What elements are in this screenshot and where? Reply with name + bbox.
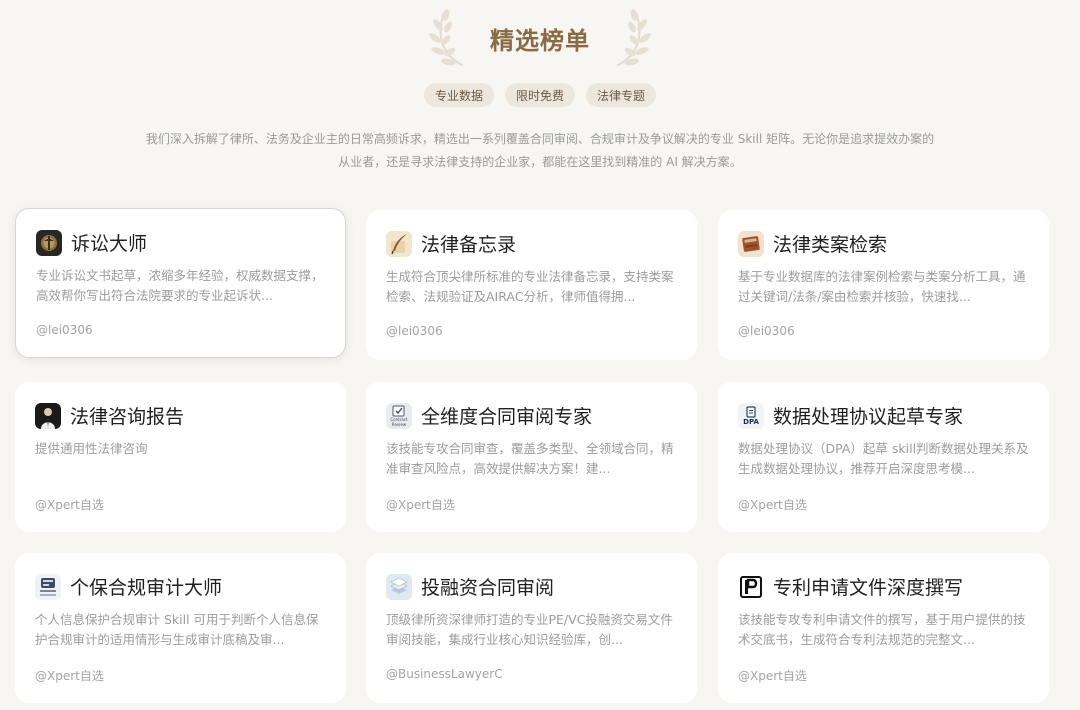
- skill-card[interactable]: 诉讼大师 专业诉讼文书起草，浓缩多年经验，权威数据支撑，高效帮你写出符合法院要求…: [15, 208, 346, 358]
- card-title: 法律备忘录: [421, 234, 517, 256]
- document-stack-icon: [386, 573, 412, 600]
- skill-card[interactable]: 专利申请文件深度撰写 该技能专攻专利申请文件的撰写，基于用户提供的技术交底书，生…: [718, 553, 1049, 703]
- laurel-right-icon: [616, 9, 651, 67]
- card-title: 法律类案检索: [773, 234, 888, 256]
- card-description: 数据处理协议（DPA）起草 skill判断数据处理关系及生成数据处理协议，推荐开…: [738, 441, 1029, 476]
- dpa-document-icon: DPA: [738, 402, 764, 429]
- card-title: 专利申请文件深度撰写: [773, 577, 964, 599]
- card-description: 顶级律所资深律师打造的专业PE/VC投融资交易文件审阅技能，集成行业核心知识经验…: [386, 612, 673, 647]
- page-title: 精选榜单: [490, 25, 590, 55]
- skill-card[interactable]: 法律类案检索 基于专业数据库的法律案例检索与类案分析工具，通过关键词/法条/案由…: [718, 210, 1049, 360]
- privacy-audit-icon: [35, 573, 61, 600]
- card-description: 基于专业数据库的法律案例检索与类案分析工具，通过关键词/法条/案由检索并核验，快…: [738, 269, 1026, 304]
- skill-ranking-page: 精选榜单 专业数据 限时免费 法律专题 我们深入拆解了律所、法务及企业主的日常高…: [0, 0, 1080, 710]
- tag-professional-data[interactable]: 专业数据: [423, 83, 494, 107]
- card-description: 生成符合顶尖律所标准的专业法律备忘录，支持类案检索、法规验证及AIRAC分析，律…: [386, 269, 674, 304]
- skill-card[interactable]: 法律咨询报告 提供通用性法律咨询 @Xpert自选: [15, 382, 346, 532]
- card-description: 个人信息保护合规审计 Skill 可用于判断个人信息保护合规审计的适用情形与生成…: [35, 612, 319, 647]
- card-author: @Xpert自选: [35, 669, 104, 683]
- contract-review-icon: Contract Review: [386, 402, 412, 429]
- tag-list: 专业数据 限时免费 法律专题: [0, 83, 1080, 107]
- card-author: @Xpert自选: [738, 498, 807, 512]
- card-description: 该技能专攻专利申请文件的撰写，基于用户提供的技术交底书，生成符合专利法规范的完整…: [738, 612, 1026, 647]
- card-author: @lei0306: [738, 324, 795, 338]
- card-title: 投融资合同审阅: [421, 577, 555, 599]
- card-description: 提供通用性法律咨询: [35, 441, 148, 456]
- card-author: @lei0306: [386, 324, 443, 338]
- quill-paper-icon: [386, 230, 412, 257]
- patent-logo-icon: [738, 573, 764, 600]
- laurel-left-icon: [429, 9, 464, 67]
- card-title: 个保合规审计大师: [70, 577, 223, 599]
- skill-card[interactable]: Contract Review 全维度合同审阅专家 该技能专攻合同审查，覆盖多类…: [366, 382, 697, 532]
- law-book-icon: [738, 230, 764, 257]
- skill-card[interactable]: 投融资合同审阅 顶级律所资深律师打造的专业PE/VC投融资交易文件审阅技能，集成…: [366, 553, 697, 703]
- icon-caption: Contract Review: [390, 416, 408, 427]
- tag-limited-free[interactable]: 限时免费: [504, 83, 575, 107]
- court-emblem-icon: [36, 229, 62, 256]
- tag-legal-topic[interactable]: 法律专题: [586, 83, 657, 107]
- intro-text: 我们深入拆解了律所、法务及企业主的日常高频诉求，精选出一系列覆盖合同审阅、合规审…: [100, 128, 980, 174]
- card-author: @BusinessLawyerC: [386, 667, 503, 681]
- card-title: 诉讼大师: [71, 233, 148, 255]
- card-author: @lei0306: [36, 323, 93, 337]
- icon-caption: DPA: [743, 417, 759, 426]
- skill-card[interactable]: 个保合规审计大师 个人信息保护合规审计 Skill 可用于判断个人信息保护合规审…: [15, 553, 346, 703]
- card-description: 该技能专攻合同审查，覆盖多类型、全领域合同，精准审查风险点，高效提供解决方案！建…: [386, 441, 674, 476]
- intro-line-2: 从业者，还是寻求法律支持的企业家，都能在这里找到精准的 AI 解决方案。: [338, 155, 742, 169]
- card-title: 数据处理协议起草专家: [773, 406, 964, 428]
- card-title: 全维度合同审阅专家: [421, 406, 593, 428]
- person-portrait-icon: [35, 402, 61, 429]
- skill-card[interactable]: DPA 数据处理协议起草专家 数据处理协议（DPA）起草 skill判断数据处理…: [718, 382, 1049, 532]
- card-description: 专业诉讼文书起草，浓缩多年经验，权威数据支撑，高效帮你写出符合法院要求的专业起诉…: [36, 268, 324, 303]
- page-header: 精选榜单: [0, 6, 1080, 70]
- card-author: @Xpert自选: [738, 669, 807, 683]
- intro-line-1: 我们深入拆解了律所、法务及企业主的日常高频诉求，精选出一系列覆盖合同审阅、合规审…: [145, 132, 935, 146]
- card-author: @Xpert自选: [386, 498, 455, 512]
- skill-card[interactable]: 法律备忘录 生成符合顶尖律所标准的专业法律备忘录，支持类案检索、法规验证及AIR…: [366, 210, 697, 360]
- card-title: 法律咨询报告: [70, 406, 185, 428]
- card-author: @Xpert自选: [35, 498, 104, 512]
